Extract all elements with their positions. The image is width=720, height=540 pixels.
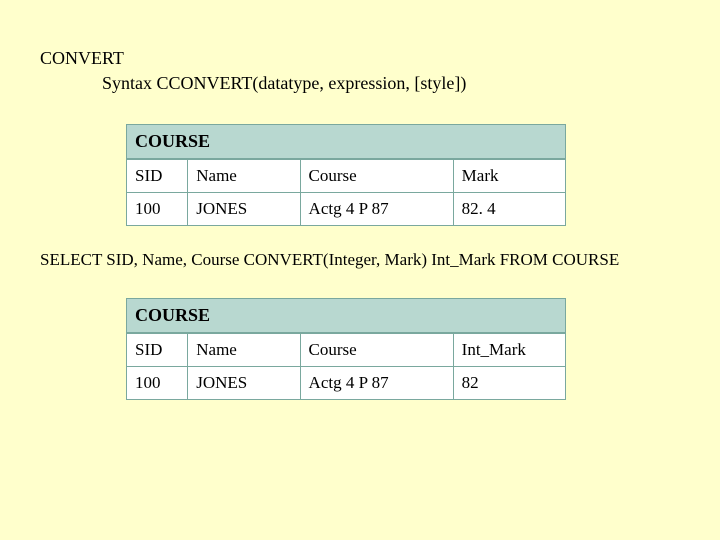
table-row: SID Name Course Mark <box>127 160 566 193</box>
sql-query: SELECT SID, Name, Course CONVERT(Integer… <box>40 250 680 270</box>
col-name: Name <box>188 334 300 367</box>
col-intmark: Int_Mark <box>453 334 565 367</box>
cell-sid: 100 <box>127 193 188 226</box>
syntax-line: Syntax CCONVERT(datatype, expression, [s… <box>102 73 680 94</box>
table1-wrap: COURSE SID Name Course Mark 100 JONES Ac… <box>126 124 680 226</box>
slide: CONVERT Syntax CCONVERT(datatype, expres… <box>0 0 720 400</box>
course-table-1: COURSE SID Name Course Mark 100 JONES Ac… <box>126 124 566 226</box>
table1-title: COURSE <box>126 124 566 159</box>
col-course: Course <box>300 160 453 193</box>
col-sid: SID <box>127 160 188 193</box>
cell-intmark: 82 <box>453 367 565 400</box>
cell-name: JONES <box>188 193 300 226</box>
heading-convert: CONVERT <box>40 48 680 69</box>
table-row: 100 JONES Actg 4 P 87 82 <box>127 367 566 400</box>
col-name: Name <box>188 160 300 193</box>
table-row: 100 JONES Actg 4 P 87 82. 4 <box>127 193 566 226</box>
table2-wrap: COURSE SID Name Course Int_Mark 100 JONE… <box>126 298 680 400</box>
cell-course: Actg 4 P 87 <box>300 193 453 226</box>
cell-sid: 100 <box>127 367 188 400</box>
cell-course: Actg 4 P 87 <box>300 367 453 400</box>
cell-mark: 82. 4 <box>453 193 565 226</box>
course-table-2: COURSE SID Name Course Int_Mark 100 JONE… <box>126 298 566 400</box>
table-row: SID Name Course Int_Mark <box>127 334 566 367</box>
cell-name: JONES <box>188 367 300 400</box>
col-sid: SID <box>127 334 188 367</box>
table2-title: COURSE <box>126 298 566 333</box>
col-mark: Mark <box>453 160 565 193</box>
col-course: Course <box>300 334 453 367</box>
